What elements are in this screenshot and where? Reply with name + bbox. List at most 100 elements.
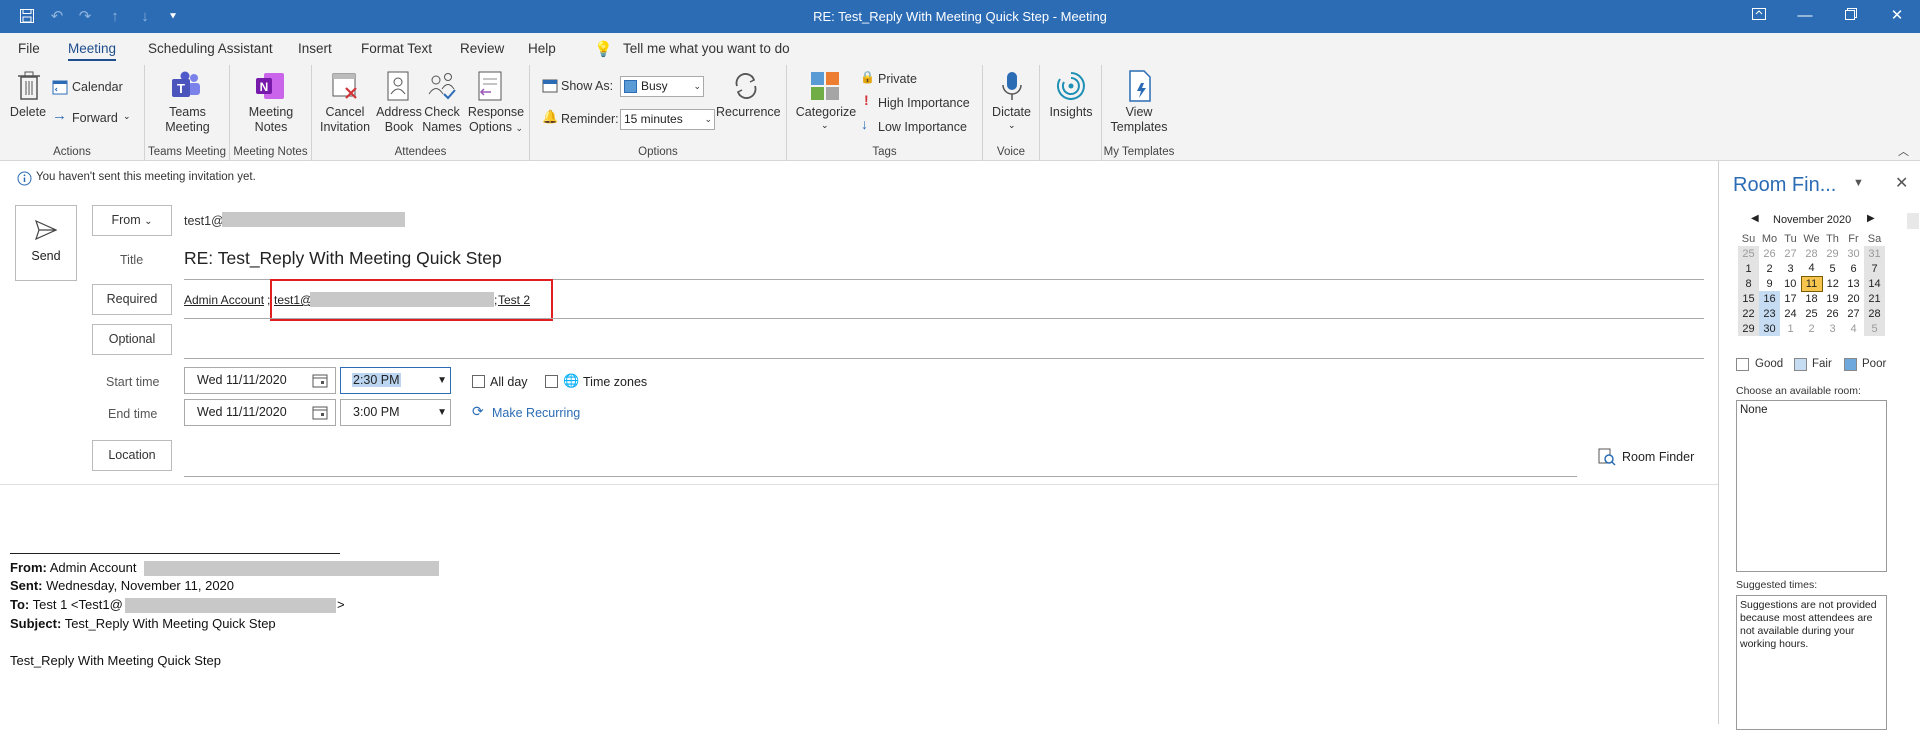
calendar-day[interactable]: 9 [1759, 276, 1780, 291]
calendar-day[interactable]: 29 [1822, 246, 1843, 261]
end-date-field[interactable]: Wed 11/11/2020 [184, 399, 336, 426]
room-list[interactable]: None [1736, 400, 1887, 572]
calendar-day[interactable]: 28 [1801, 246, 1822, 261]
calendar-day[interactable]: 19 [1822, 291, 1843, 306]
chevron-down-icon[interactable]: ⌄ [123, 111, 131, 122]
view-templates-button[interactable]: View Templates [1102, 105, 1176, 135]
calendar-day[interactable]: 1 [1738, 261, 1759, 276]
calendar-day[interactable]: 15 [1738, 291, 1759, 306]
calendar-day[interactable]: 16 [1759, 291, 1780, 306]
pane-options-icon[interactable]: ▼ [1853, 177, 1864, 189]
calendar-day[interactable]: 10 [1780, 276, 1801, 291]
insights-button[interactable]: Insights [1040, 105, 1102, 120]
calendar-day[interactable]: 8 [1738, 276, 1759, 291]
calendar-day[interactable]: 21 [1864, 291, 1885, 306]
calendar-day[interactable]: 23 [1759, 306, 1780, 321]
calendar-day[interactable]: 4 [1843, 321, 1864, 336]
calendar-day[interactable]: 30 [1759, 321, 1780, 336]
calendar-day[interactable]: 27 [1843, 306, 1864, 321]
teams-meeting-button[interactable]: Teams Meeting [145, 105, 230, 135]
tab-insert[interactable]: Insert [298, 41, 332, 56]
calendar-day[interactable]: 29 [1738, 321, 1759, 336]
calendar-picker-icon[interactable] [312, 405, 328, 420]
meeting-notes-button[interactable]: Meeting Notes [230, 105, 312, 135]
tab-scheduling-assistant[interactable]: Scheduling Assistant [148, 41, 273, 56]
chevron-down-icon[interactable]: ▼ [437, 400, 447, 425]
low-importance-button[interactable]: Low Importance [878, 119, 967, 135]
calendar-day[interactable]: 2 [1801, 321, 1822, 336]
collapse-ribbon-icon[interactable]: ︿ [1898, 143, 1909, 159]
calendar-day[interactable]: 14 [1864, 276, 1885, 291]
start-date-field[interactable]: Wed 11/11/2020 [184, 367, 336, 394]
show-as-dropdown[interactable]: Busy ⌄ [620, 76, 704, 97]
calendar-day[interactable]: 5 [1864, 321, 1885, 336]
response-options-button[interactable]: Response Options ⌄ [464, 105, 528, 136]
make-recurring-link[interactable]: Make Recurring [492, 406, 580, 420]
calendar-day[interactable]: 25 [1801, 306, 1822, 321]
prev-month-icon[interactable]: ◀ [1751, 213, 1759, 224]
chevron-down-icon[interactable]: ⌄ [821, 120, 829, 131]
calendar-day[interactable]: 26 [1759, 246, 1780, 261]
calendar-day[interactable]: 17 [1780, 291, 1801, 306]
body-text[interactable]: Test_Reply With Meeting Quick Step [10, 653, 221, 668]
pane-scrollbar[interactable] [1907, 213, 1919, 229]
calendar-day[interactable]: 30 [1843, 246, 1864, 261]
chevron-down-icon[interactable]: ⌄ [1008, 120, 1016, 131]
calendar-button[interactable]: Calendar [72, 79, 123, 95]
high-importance-button[interactable]: High Importance [878, 95, 970, 111]
location-button[interactable]: Location [92, 440, 172, 471]
calendar-day[interactable]: 24 [1780, 306, 1801, 321]
tab-help[interactable]: Help [528, 41, 556, 56]
chevron-down-icon[interactable]: ▼ [437, 368, 447, 393]
calendar-day[interactable]: 25 [1738, 246, 1759, 261]
calendar-day[interactable]: 2 [1759, 261, 1780, 276]
calendar-day[interactable]: 22 [1738, 306, 1759, 321]
private-button[interactable]: Private [878, 71, 917, 87]
calendar-day[interactable]: 18 [1801, 291, 1822, 306]
calendar-day[interactable]: 3 [1780, 261, 1801, 276]
delete-button[interactable]: Delete [8, 105, 48, 120]
calendar-day-selected[interactable]: 11 [1800, 275, 1823, 292]
calendar-day[interactable]: 7 [1864, 261, 1885, 276]
calendar-day[interactable]: 5 [1822, 261, 1843, 276]
calendar-picker-icon[interactable] [312, 373, 328, 388]
required-button[interactable]: Required [92, 284, 172, 315]
calendar-day[interactable]: 31 [1864, 246, 1885, 261]
restore-button[interactable] [1836, 6, 1866, 26]
dictate-button[interactable]: Dictate [983, 105, 1040, 120]
calendar-day[interactable]: 6 [1843, 261, 1864, 276]
recurrence-button[interactable]: Recurrence [716, 105, 781, 120]
tab-format-text[interactable]: Format Text [361, 41, 432, 56]
close-button[interactable]: ✕ [1882, 6, 1912, 26]
title-input[interactable]: RE: Test_Reply With Meeting Quick Step [184, 248, 502, 269]
required-attendee-admin[interactable]: Admin Account [184, 293, 264, 307]
start-time-field[interactable]: 2:30 PM ▼ [340, 367, 451, 394]
calendar-day[interactable]: 1 [1780, 321, 1801, 336]
all-day-checkbox[interactable] [472, 375, 485, 388]
send-button[interactable]: Send [15, 205, 77, 281]
next-month-icon[interactable]: ▶ [1867, 213, 1875, 224]
ribbon-display-options-icon[interactable] [1744, 6, 1774, 26]
time-zones-checkbox[interactable] [545, 375, 558, 388]
end-time-field[interactable]: 3:00 PM ▼ [340, 399, 451, 426]
calendar-day[interactable]: 12 [1822, 276, 1843, 291]
close-pane-button[interactable]: ✕ [1895, 173, 1908, 193]
optional-button[interactable]: Optional [92, 324, 172, 355]
calendar-day[interactable]: 4 [1801, 261, 1822, 276]
calendar-day[interactable]: 27 [1780, 246, 1801, 261]
check-names-button[interactable]: Check Names [420, 105, 464, 135]
forward-button[interactable]: Forward [72, 110, 118, 126]
room-list-item[interactable]: None [1740, 404, 1768, 416]
from-button[interactable]: From ⌄ [92, 205, 172, 236]
tell-me-search[interactable]: Tell me what you want to do [623, 41, 790, 56]
calendar-day[interactable]: 28 [1864, 306, 1885, 321]
minimize-button[interactable]: — [1790, 6, 1820, 26]
categorize-button[interactable]: Categorize [787, 105, 865, 120]
room-finder-button[interactable]: Room Finder [1622, 450, 1694, 464]
address-book-button[interactable]: Address Book [376, 105, 422, 135]
calendar-day[interactable]: 20 [1843, 291, 1864, 306]
calendar-day[interactable]: 3 [1822, 321, 1843, 336]
cancel-invitation-button[interactable]: Cancel Invitation [312, 105, 378, 135]
tab-file[interactable]: File [18, 41, 40, 56]
calendar-day[interactable]: 13 [1843, 276, 1864, 291]
